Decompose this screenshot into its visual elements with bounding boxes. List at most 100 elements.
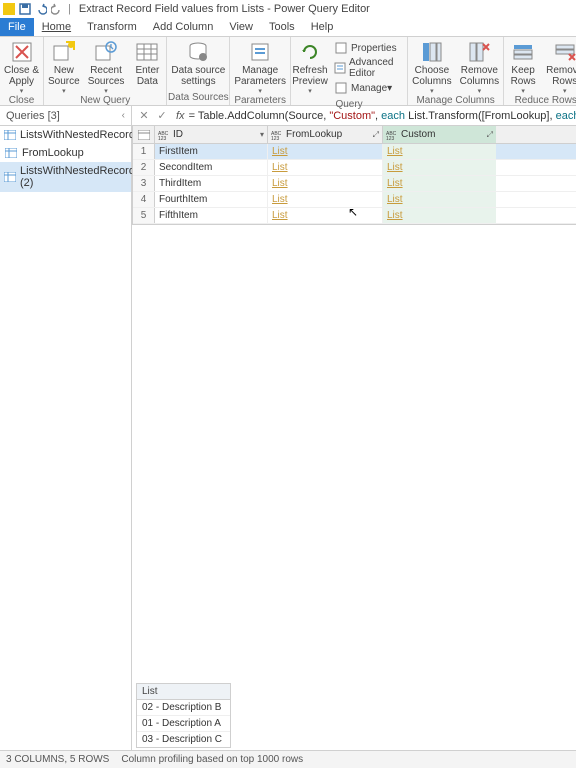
undo-icon[interactable] — [34, 2, 48, 16]
expand-icon[interactable]: ⤢ — [373, 130, 379, 140]
tab-tools[interactable]: Tools — [261, 18, 303, 36]
data-source-settings-button[interactable]: Data source settings — [167, 37, 229, 92]
choose-columns-button[interactable]: Choose Columns▾ — [408, 37, 455, 95]
row-number: 5 — [133, 208, 155, 223]
cell-list-link[interactable]: List — [383, 160, 496, 175]
type-any-icon: ABC123 — [271, 129, 283, 141]
cell-list-link[interactable]: List — [383, 144, 496, 159]
manage-parameters-button[interactable]: Manage Parameters▾ — [230, 37, 290, 95]
column-header-custom[interactable]: ABC123Custom⤢ — [383, 126, 496, 143]
table-icon — [4, 171, 16, 183]
query-item-1[interactable]: ListsWithNestedRecords — [0, 126, 131, 144]
close-apply-icon — [10, 40, 34, 64]
query-item-2[interactable]: FromLookup — [0, 144, 131, 162]
cancel-formula-icon[interactable]: ✕ — [136, 108, 152, 124]
enter-data-icon — [135, 40, 159, 64]
recent-sources-icon — [94, 40, 118, 64]
cell-id[interactable]: ThirdItem — [155, 176, 268, 191]
properties-icon — [334, 41, 348, 55]
cell-id[interactable]: FirstItem — [155, 144, 268, 159]
data-grid[interactable]: ABC123ID▾ ABC123FromLookup⤢ ABC123Custom… — [132, 126, 576, 225]
status-profiling: Column profiling based on top 1000 rows — [121, 754, 303, 765]
remove-columns-button[interactable]: Remove Columns▾ — [456, 37, 503, 95]
app-icon — [2, 2, 16, 16]
recent-sources-button[interactable]: Recent Sources▾ — [84, 37, 129, 95]
choose-columns-icon — [420, 40, 444, 64]
refresh-preview-button[interactable]: Refresh Preview▾ — [291, 37, 329, 99]
grid-row[interactable]: 2 SecondItem List List — [133, 160, 576, 176]
cell-list-link[interactable]: List — [383, 176, 496, 191]
expand-icon[interactable]: ⤢ — [487, 130, 493, 140]
keep-rows-icon — [511, 40, 535, 64]
cell-list-link[interactable]: List — [383, 192, 496, 207]
row-number: 1 — [133, 144, 155, 159]
commit-formula-icon[interactable]: ✓ — [154, 108, 170, 124]
table-options-button[interactable] — [133, 126, 155, 143]
cell-id[interactable]: SecondItem — [155, 160, 268, 175]
remove-columns-icon — [467, 40, 491, 64]
svg-text:123: 123 — [271, 136, 280, 141]
formula-bar[interactable]: ✕ ✓ fx = Table.AddColumn(Source, "Custom… — [132, 106, 576, 126]
cell-list-link[interactable]: List — [268, 208, 383, 223]
table-icon — [4, 129, 16, 141]
svg-text:123: 123 — [158, 136, 167, 141]
new-source-button[interactable]: New Source▾ — [44, 37, 84, 95]
query-item-3[interactable]: ListsWithNestedRecords (2) — [0, 162, 131, 192]
refresh-icon — [298, 40, 322, 64]
collapse-queries-icon[interactable]: ‹ — [122, 110, 125, 121]
filter-icon[interactable]: ▾ — [260, 130, 264, 139]
enter-data-button[interactable]: Enter Data — [128, 37, 166, 95]
tab-view[interactable]: View — [221, 18, 261, 36]
status-columns-rows: 3 COLUMNS, 5 ROWS — [6, 754, 109, 765]
cell-list-link[interactable]: List — [268, 160, 383, 175]
queries-pane: Queries [3] ‹ ListsWithNestedRecords Fro… — [0, 106, 132, 750]
preview-row[interactable]: 02 - Description B — [137, 700, 230, 716]
ribbon-tabs: File Home Transform Add Column View Tool… — [0, 18, 576, 36]
ribbon-group-datasources: Data Sources — [167, 92, 229, 105]
status-bar: 3 COLUMNS, 5 ROWS Column profiling based… — [0, 750, 576, 768]
svg-text:123: 123 — [386, 136, 395, 141]
column-header-id[interactable]: ABC123ID▾ — [155, 126, 268, 143]
queries-header[interactable]: Queries [3] ‹ — [0, 106, 131, 126]
grid-row[interactable]: 3 ThirdItem List List — [133, 176, 576, 192]
cell-list-link[interactable]: List — [268, 144, 383, 159]
tab-file[interactable]: File — [0, 18, 34, 36]
grid-row[interactable]: 5 FifthItem List List — [133, 208, 576, 224]
preview-row[interactable]: 03 - Description C — [137, 732, 230, 747]
cell-list-link[interactable]: List — [268, 176, 383, 191]
ribbon: Close & Apply▾ Close New Source▾ Recent … — [0, 36, 576, 106]
tab-home[interactable]: Home — [34, 18, 79, 36]
manage-parameters-icon — [248, 40, 272, 64]
close-apply-button[interactable]: Close & Apply▾ — [0, 37, 43, 95]
new-source-icon — [52, 40, 76, 64]
remove-rows-button[interactable]: Remove Rows▾ — [542, 37, 576, 95]
type-any-icon: ABC123 — [386, 129, 398, 141]
row-number: 4 — [133, 192, 155, 207]
window-title: Extract Record Field values from Lists -… — [79, 3, 370, 15]
keep-rows-button[interactable]: Keep Rows▾ — [504, 37, 542, 95]
grid-header: ABC123ID▾ ABC123FromLookup⤢ ABC123Custom… — [133, 126, 576, 144]
cell-preview-list: List 02 - Description B 01 - Description… — [136, 683, 231, 748]
tab-transform[interactable]: Transform — [79, 18, 145, 36]
save-icon[interactable] — [18, 2, 32, 16]
preview-row[interactable]: 01 - Description A — [137, 716, 230, 732]
manage-query-button[interactable]: Manage ▾ — [334, 80, 402, 96]
cell-id[interactable]: FifthItem — [155, 208, 268, 223]
grid-row[interactable]: 1 FirstItem List List — [133, 144, 576, 160]
redo-icon[interactable] — [50, 2, 64, 16]
grid-row[interactable]: 4 FourthItem List List — [133, 192, 576, 208]
advanced-editor-button[interactable]: Advanced Editor — [334, 56, 402, 80]
remove-rows-icon — [553, 40, 576, 64]
table-icon — [4, 147, 18, 159]
cell-list-link[interactable]: List — [383, 208, 496, 223]
advanced-editor-icon — [334, 61, 346, 75]
tab-add-column[interactable]: Add Column — [145, 18, 222, 36]
properties-button[interactable]: Properties — [334, 40, 402, 56]
cell-id[interactable]: FourthItem — [155, 192, 268, 207]
column-header-fromlookup[interactable]: ABC123FromLookup⤢ — [268, 126, 383, 143]
cell-list-link[interactable]: List — [268, 192, 383, 207]
tab-help[interactable]: Help — [303, 18, 342, 36]
formula-text[interactable]: = Table.AddColumn(Source, "Custom", each… — [189, 110, 576, 122]
type-any-icon: ABC123 — [158, 129, 170, 141]
data-source-settings-icon — [186, 40, 210, 64]
